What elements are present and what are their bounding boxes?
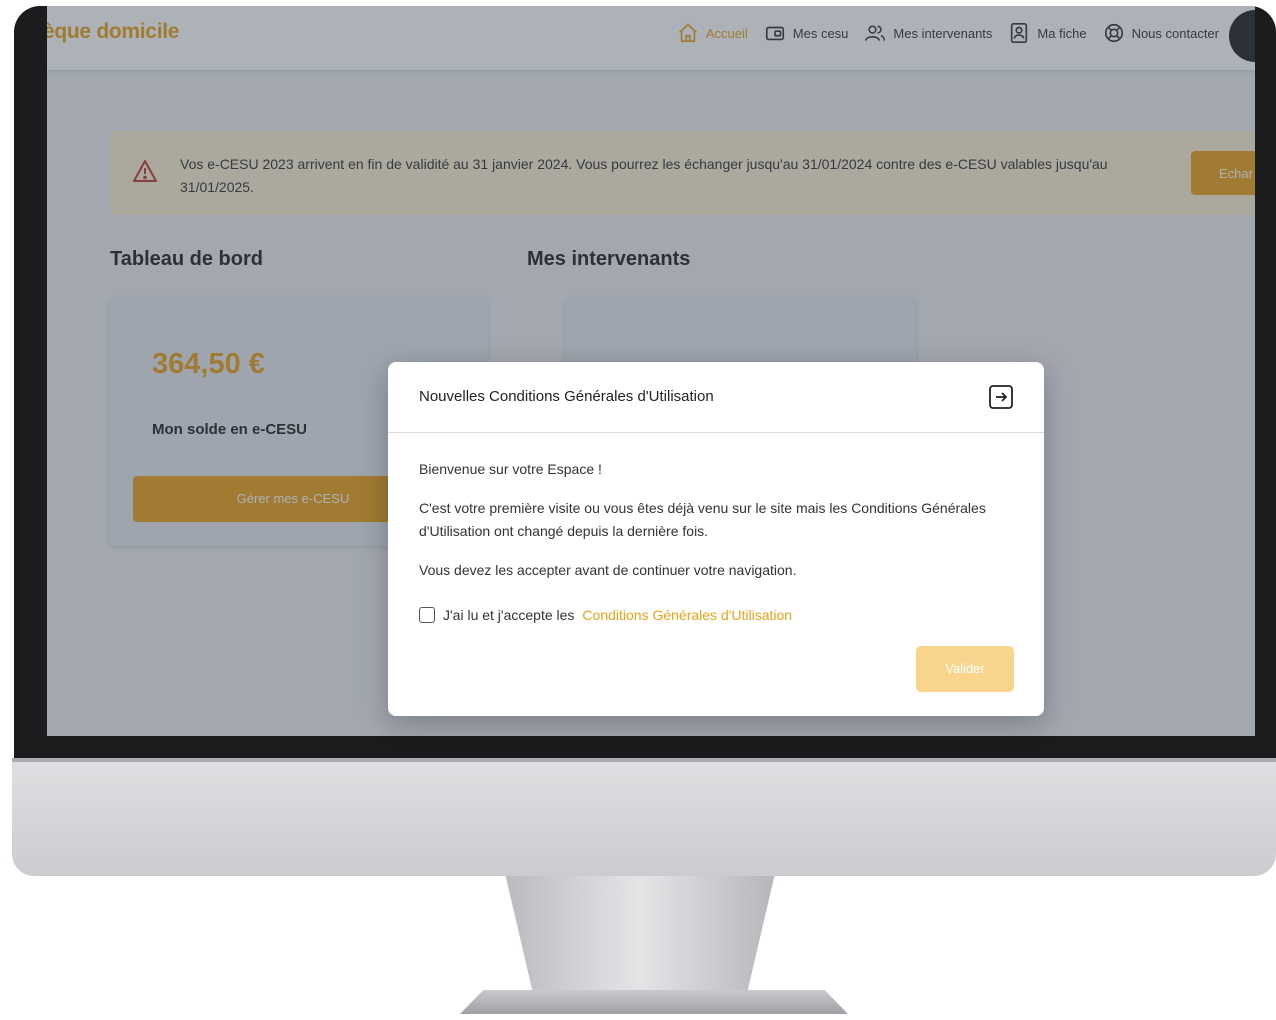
modal-header: Nouvelles Conditions Générales d'Utilisa… — [388, 362, 1044, 433]
modal-body: Bienvenue sur votre Espace ! C'est votre… — [419, 458, 1019, 598]
monitor-stand — [505, 876, 775, 996]
logout-icon[interactable] — [988, 384, 1014, 410]
modal-greeting: Bienvenue sur votre Espace ! — [419, 461, 602, 477]
consent-row[interactable]: J'ai lu et j'accepte les Conditions Géné… — [419, 607, 792, 623]
cgu-modal: Nouvelles Conditions Générales d'Utilisa… — [388, 362, 1044, 716]
monitor-stand-foot — [460, 990, 848, 1014]
modal-paragraph-2: Vous devez les accepter avant de continu… — [419, 562, 797, 578]
monitor: èque domicile Accueil Mes cesu Mes inter… — [0, 0, 1276, 1020]
monitor-chin-edge — [12, 758, 1276, 762]
accept-checkbox[interactable] — [419, 607, 435, 623]
modal-paragraph-1: C'est votre première visite ou vous êtes… — [419, 500, 986, 539]
monitor-chin — [12, 758, 1276, 876]
consent-text: J'ai lu et j'accepte les — [443, 607, 575, 623]
modal-title: Nouvelles Conditions Générales d'Utilisa… — [419, 388, 714, 405]
cgu-link[interactable]: Conditions Générales d'Utilisation — [582, 607, 792, 623]
submit-button[interactable]: Valider — [916, 646, 1014, 692]
